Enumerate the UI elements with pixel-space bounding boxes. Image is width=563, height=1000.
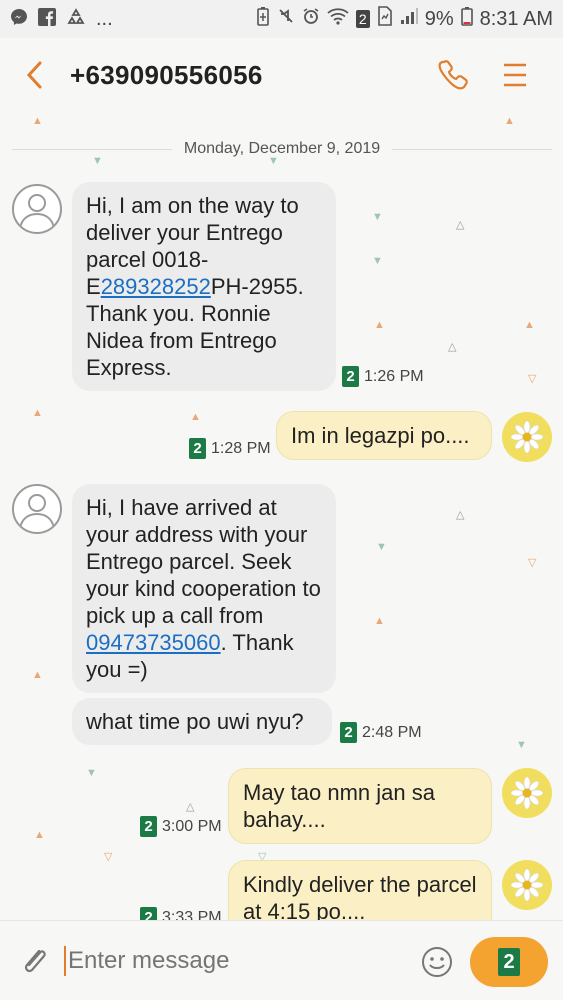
sim-indicator: 2	[140, 816, 157, 837]
message-meta: 2 2:48 PM	[340, 722, 422, 743]
message-meta: 2 1:28 PM	[189, 438, 271, 459]
message-text: what time po uwi nyu?	[86, 709, 304, 734]
status-bar: ... 2 9% 8:31 AM	[0, 0, 563, 38]
sim-indicator: 2	[340, 722, 357, 743]
paperclip-icon	[24, 949, 46, 972]
contact-avatar[interactable]	[12, 184, 62, 234]
date-label: Monday, December 9, 2019	[183, 140, 381, 157]
facebook-icon	[38, 7, 56, 31]
confetti-decoration: ▲	[524, 319, 535, 331]
confetti-decoration: △	[448, 341, 457, 353]
person-icon	[19, 194, 55, 229]
confetti-decoration: ▲	[374, 319, 385, 331]
sim-card-icon	[377, 6, 393, 32]
message-bubble-outgoing[interactable]: May tao nmn jan sa bahay....	[228, 768, 492, 844]
back-button[interactable]	[0, 60, 70, 90]
confetti-decoration: ▲	[504, 115, 515, 127]
daisy-icon	[511, 869, 543, 901]
composer-bar: 2	[0, 920, 563, 1000]
confetti-decoration: ▲	[32, 115, 43, 127]
confetti-decoration: △	[456, 509, 465, 521]
message-time: 1:26 PM	[364, 367, 424, 385]
message-bubble-outgoing[interactable]: Im in legazpi po....	[276, 411, 492, 460]
message-time: 3:00 PM	[162, 817, 222, 835]
message-time: 1:28 PM	[211, 439, 271, 457]
sim-indicator: 2	[140, 907, 157, 920]
daisy-icon	[511, 777, 543, 809]
message-meta: 2 1:26 PM	[342, 366, 424, 387]
sim-indicator: 2	[342, 366, 359, 387]
confetti-decoration: ▼	[376, 541, 387, 553]
message-time: 3:33 PM	[162, 908, 222, 921]
confetti-decoration: ▲	[34, 829, 45, 841]
person-icon	[19, 494, 55, 529]
message-meta: 2 3:33 PM	[140, 907, 222, 920]
menu-button[interactable]	[503, 61, 527, 89]
confetti-decoration: ▽	[528, 373, 537, 385]
confetti-decoration: ▼	[86, 767, 97, 779]
contact-name[interactable]: +639090556056	[70, 60, 263, 91]
emoji-button[interactable]	[420, 945, 454, 984]
wifi-icon	[327, 7, 349, 31]
message-text: Kindly deliver the parcel at 4:15 po....	[243, 872, 477, 920]
message-bubble-incoming[interactable]: Hi, I have arrived at your address with …	[72, 484, 336, 693]
confetti-decoration: ▼	[372, 255, 383, 267]
mute-icon	[277, 7, 295, 31]
message-text: Hi, I have arrived at your address with …	[86, 495, 321, 628]
sim-indicator: 2	[189, 438, 206, 459]
clock: 8:31 AM	[479, 7, 553, 30]
smiley-icon	[422, 947, 452, 977]
my-avatar[interactable]	[502, 412, 552, 462]
message-link[interactable]: 09473735060	[86, 630, 221, 655]
call-button[interactable]	[437, 59, 469, 91]
message-time: 2:48 PM	[362, 723, 422, 741]
hamburger-icon	[504, 63, 526, 87]
alarm-icon	[302, 7, 320, 31]
text-cursor	[64, 945, 66, 976]
date-separator: Monday, December 9, 2019	[12, 137, 553, 161]
confetti-decoration: ▲	[32, 669, 43, 681]
more-notifications: ...	[96, 7, 113, 30]
message-text: May tao nmn jan sa bahay....	[243, 780, 435, 832]
confetti-decoration: ▽	[528, 557, 537, 569]
my-avatar[interactable]	[502, 768, 552, 818]
confetti-decoration: ▲	[190, 411, 201, 423]
recycle-icon	[66, 7, 86, 31]
contact-avatar[interactable]	[12, 484, 62, 534]
confetti-decoration: △	[456, 219, 465, 231]
battery-percent: 9%	[424, 7, 454, 30]
confetti-decoration: △	[186, 801, 195, 813]
battery-icon	[460, 6, 473, 32]
confetti-decoration: ▼	[372, 211, 383, 223]
confetti-decoration: ▽	[104, 851, 113, 863]
attach-button[interactable]	[16, 943, 52, 979]
conversation-header: +639090556056	[0, 38, 563, 112]
send-button[interactable]: 2	[470, 937, 548, 987]
message-link[interactable]: 289328252	[101, 274, 211, 299]
my-avatar[interactable]	[502, 860, 552, 910]
send-sim-indicator: 2	[498, 948, 520, 976]
confetti-decoration: ▲	[32, 407, 43, 419]
confetti-decoration: ▼	[516, 739, 527, 751]
message-bubble-incoming[interactable]: what time po uwi nyu?	[72, 698, 332, 745]
message-input[interactable]	[68, 946, 368, 975]
message-meta: 2 3:00 PM	[140, 816, 222, 837]
daisy-icon	[511, 421, 543, 453]
message-thread[interactable]: ▲ ▲ ▼ ▼ ▼ △ ▼ ▲ ▲ △ ▽ ▲ ▲ ▼ △ ▲ ▽ ▲ ▼ ▼ …	[0, 112, 563, 920]
message-text: Im in legazpi po....	[291, 423, 470, 448]
battery-saver-icon	[256, 6, 270, 32]
back-arrow-icon	[26, 61, 42, 89]
message-bubble-incoming[interactable]: Hi, I am on the way to deliver your Entr…	[72, 182, 336, 391]
phone-icon	[438, 60, 468, 90]
confetti-decoration: ▲	[374, 615, 385, 627]
message-bubble-outgoing[interactable]: Kindly deliver the parcel at 4:15 po....	[228, 860, 492, 920]
messenger-icon	[10, 8, 28, 31]
signal-icon	[400, 7, 418, 31]
sim-badge: 2	[355, 10, 370, 28]
